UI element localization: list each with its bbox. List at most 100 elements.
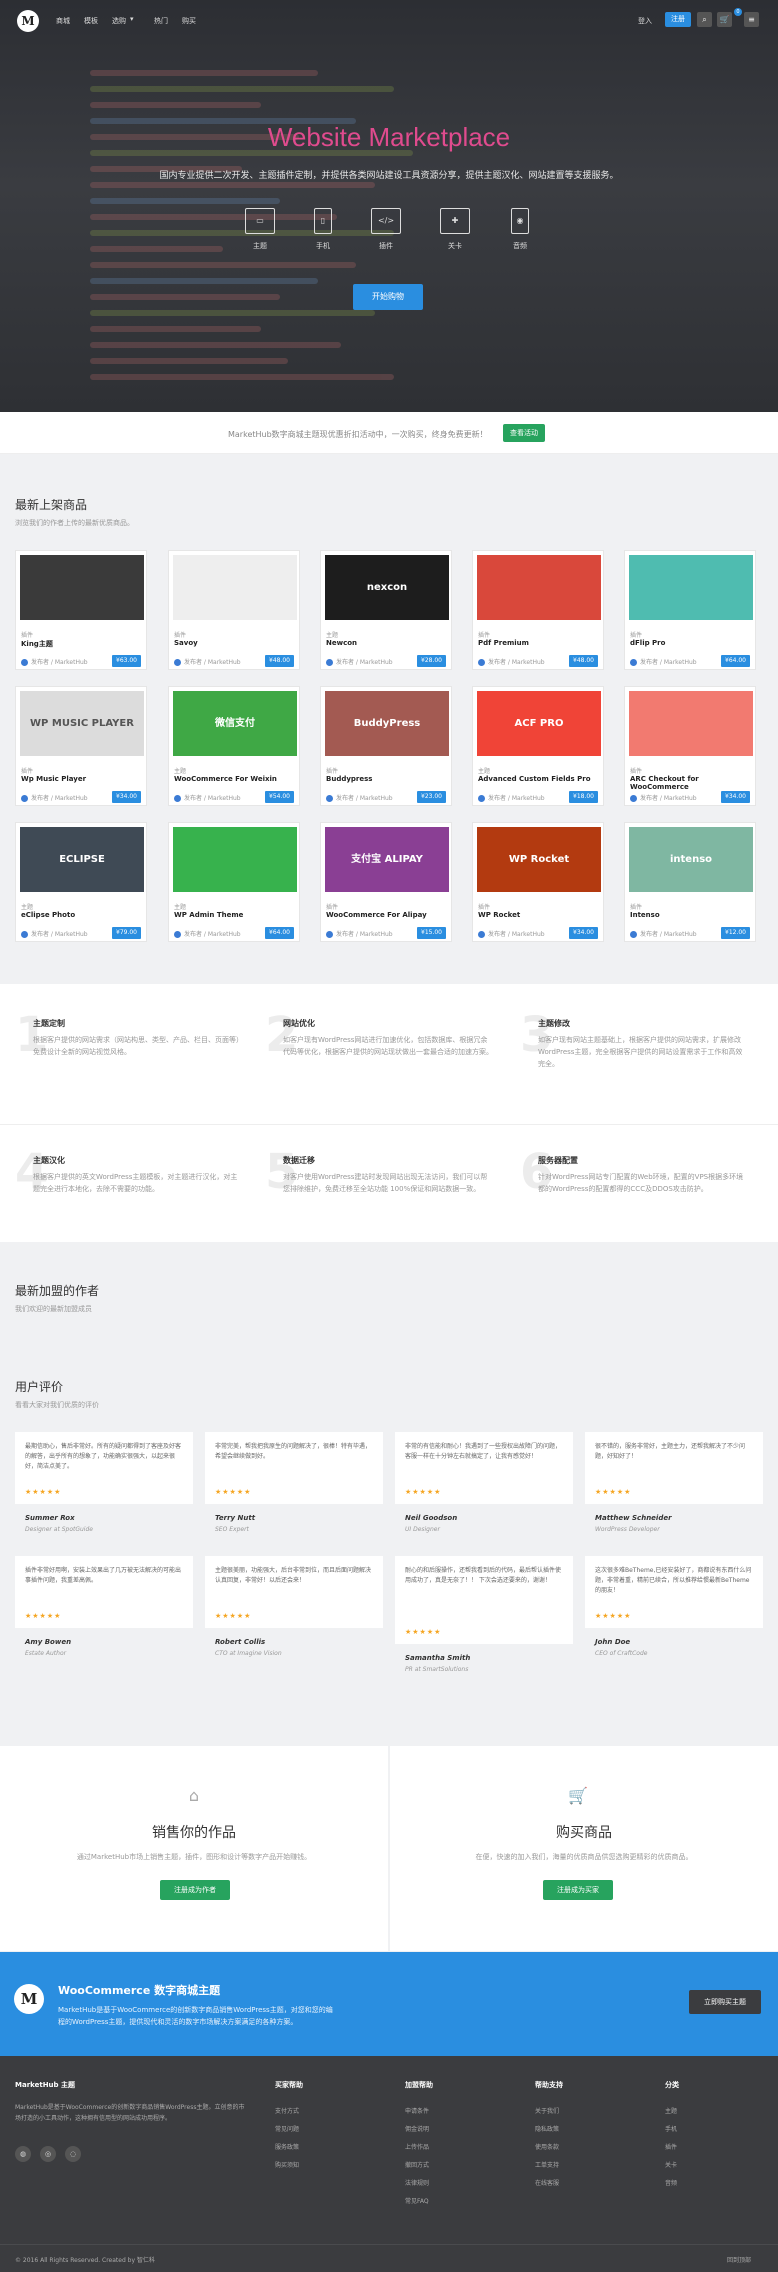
product-category[interactable]: 主题 <box>326 630 338 639</box>
become-author-button[interactable]: 注册成为作者 <box>160 1880 230 1900</box>
qq-icon[interactable]: ◍ <box>15 2146 31 2162</box>
product-card[interactable]: 插件 Savoy 发布者 / MarketHub ¥48.00 <box>168 550 300 670</box>
wechat-icon[interactable]: ◌ <box>65 2146 81 2162</box>
product-category[interactable]: 插件 <box>630 902 642 911</box>
category-mobile[interactable]: ▯ 手机 <box>298 208 348 251</box>
cart-icon[interactable]: 🛒 <box>717 12 732 27</box>
product-card[interactable]: BuddyPress 插件 Buddypress 发布者 / MarketHub ¥23… <box>320 686 452 806</box>
product-thumbnail[interactable]: 微信支付 <box>173 691 297 756</box>
footer-link[interactable]: 工单支持 <box>535 2160 559 2169</box>
product-thumbnail[interactable] <box>629 555 753 620</box>
weibo-icon[interactable]: ◎ <box>40 2146 56 2162</box>
product-card[interactable]: 插件 Pdf Premium 发布者 / MarketHub ¥48.00 <box>472 550 604 670</box>
footer-link[interactable]: 常见FAQ <box>405 2196 429 2205</box>
footer-link[interactable]: 使用条款 <box>535 2142 559 2151</box>
product-category[interactable]: 插件 <box>21 766 33 775</box>
product-name[interactable]: WooCommerce For Weixin <box>174 775 277 783</box>
product-card[interactable]: 插件 King主题 发布者 / MarketHub ¥63.00 <box>15 550 147 670</box>
product-name[interactable]: eClipse Photo <box>21 911 75 919</box>
footer-link[interactable]: 音频 <box>665 2178 677 2187</box>
nav-item-choose[interactable]: 选购 <box>112 16 126 26</box>
product-card[interactable]: 插件 ARC Checkout for WooCommerce 发布者 / Mark… <box>624 686 756 806</box>
category-level[interactable]: ✚ 关卡 <box>430 208 480 251</box>
become-buyer-button[interactable]: 注册成为买家 <box>543 1880 613 1900</box>
product-thumbnail[interactable]: nexcon <box>325 555 449 620</box>
product-card[interactable]: 插件 dFlip Pro 发布者 / MarketHub ¥64.00 <box>624 550 756 670</box>
product-card[interactable]: ECLIPSE 主题 eClipse Photo 发布者 / MarketHub ¥79… <box>15 822 147 942</box>
product-thumbnail[interactable] <box>629 691 753 756</box>
product-card[interactable]: intenso 插件 Intenso 发布者 / MarketHub ¥12.00 <box>624 822 756 942</box>
product-thumbnail[interactable] <box>20 555 144 620</box>
footer-link[interactable]: 法律规则 <box>405 2178 429 2187</box>
product-category[interactable]: 主题 <box>21 902 33 911</box>
product-name[interactable]: dFlip Pro <box>630 639 665 647</box>
product-category[interactable]: 插件 <box>478 630 490 639</box>
product-card[interactable]: 支付宝 ALIPAY 插件 WooCommerce For Alipay 发布者 / … <box>320 822 452 942</box>
back-to-top-link[interactable]: 回到顶部 <box>727 2255 751 2264</box>
footer-link[interactable]: 上传作品 <box>405 2142 429 2151</box>
product-category[interactable]: 插件 <box>326 766 338 775</box>
product-card[interactable]: nexcon 主题 Newcon 发布者 / MarketHub ¥28.00 <box>320 550 452 670</box>
chevron-down-icon[interactable]: ▾ <box>130 15 134 23</box>
nav-item-buy[interactable]: 购买 <box>182 16 196 26</box>
product-thumbnail[interactable]: WP Rocket <box>477 827 601 892</box>
footer-link[interactable]: 服务政策 <box>275 2142 299 2151</box>
footer-link[interactable]: 手机 <box>665 2124 677 2133</box>
category-audio[interactable]: ◉ 音频 <box>495 208 545 251</box>
register-button[interactable]: 注册 <box>665 12 691 27</box>
footer-link[interactable]: 佣金说明 <box>405 2124 429 2133</box>
product-category[interactable]: 主题 <box>174 902 186 911</box>
product-card[interactable]: WP Rocket 插件 WP Rocket 发布者 / MarketHub ¥34.0… <box>472 822 604 942</box>
product-name[interactable]: WP Rocket <box>478 911 520 919</box>
category-theme[interactable]: ▭ 主题 <box>235 208 285 251</box>
product-card[interactable]: 主题 WP Admin Theme 发布者 / MarketHub ¥64.00 <box>168 822 300 942</box>
logo[interactable]: M <box>17 10 39 32</box>
product-card[interactable]: WP MUSIC PLAYER 插件 Wp Music Player 发布者 / Ma… <box>15 686 147 806</box>
product-category[interactable]: 插件 <box>630 766 642 775</box>
product-category[interactable]: 主题 <box>174 766 186 775</box>
product-category[interactable]: 插件 <box>21 630 33 639</box>
footer-link[interactable]: 隐私政策 <box>535 2124 559 2133</box>
footer-link[interactable]: 插件 <box>665 2142 677 2151</box>
product-card[interactable]: 微信支付 主题 WooCommerce For Weixin 发布者 / Market… <box>168 686 300 806</box>
footer-link[interactable]: 在线客服 <box>535 2178 559 2187</box>
search-icon[interactable]: ⌕ <box>697 12 712 27</box>
footer-link[interactable]: 购买须知 <box>275 2160 299 2169</box>
product-thumbnail[interactable]: WP MUSIC PLAYER <box>20 691 144 756</box>
product-name[interactable]: Wp Music Player <box>21 775 86 783</box>
nav-item-hot[interactable]: 热门 <box>154 16 168 26</box>
footer-link[interactable]: 支付方式 <box>275 2106 299 2115</box>
product-thumbnail[interactable] <box>477 555 601 620</box>
product-category[interactable]: 插件 <box>326 902 338 911</box>
product-thumbnail[interactable] <box>173 555 297 620</box>
footer-link[interactable]: 关卡 <box>665 2160 677 2169</box>
product-name[interactable]: Buddypress <box>326 775 372 783</box>
view-promo-button[interactable]: 查看活动 <box>503 424 545 442</box>
product-category[interactable]: 主题 <box>478 766 490 775</box>
footer-link[interactable]: 申请条件 <box>405 2106 429 2115</box>
product-category[interactable]: 插件 <box>174 630 186 639</box>
login-link[interactable]: 登入 <box>638 16 652 26</box>
nav-item-templates[interactable]: 模板 <box>84 16 98 26</box>
footer-link[interactable]: 主题 <box>665 2106 677 2115</box>
product-card[interactable]: ACF PRO 主题 Advanced Custom Fields Pro 发布者 /… <box>472 686 604 806</box>
product-category[interactable]: 插件 <box>630 630 642 639</box>
product-thumbnail[interactable]: BuddyPress <box>325 691 449 756</box>
product-name[interactable]: WP Admin Theme <box>174 911 243 919</box>
product-thumbnail[interactable] <box>173 827 297 892</box>
product-name[interactable]: Savoy <box>174 639 198 647</box>
product-thumbnail[interactable]: ECLIPSE <box>20 827 144 892</box>
product-name[interactable]: Intenso <box>630 911 660 919</box>
footer-link[interactable]: 撤回方式 <box>405 2160 429 2169</box>
product-name[interactable]: ARC Checkout for WooCommerce <box>630 775 755 791</box>
product-name[interactable]: Newcon <box>326 639 357 647</box>
start-shopping-button[interactable]: 开始购物 <box>353 284 423 310</box>
footer-link[interactable]: 关于我们 <box>535 2106 559 2115</box>
product-name[interactable]: Pdf Premium <box>478 639 529 647</box>
menu-icon[interactable]: ≡ <box>744 12 759 27</box>
product-name[interactable]: WooCommerce For Alipay <box>326 911 427 919</box>
nav-item-shop[interactable]: 商城 <box>56 16 70 26</box>
footer-link[interactable]: 常见问题 <box>275 2124 299 2133</box>
product-thumbnail[interactable]: 支付宝 ALIPAY <box>325 827 449 892</box>
product-thumbnail[interactable]: ACF PRO <box>477 691 601 756</box>
